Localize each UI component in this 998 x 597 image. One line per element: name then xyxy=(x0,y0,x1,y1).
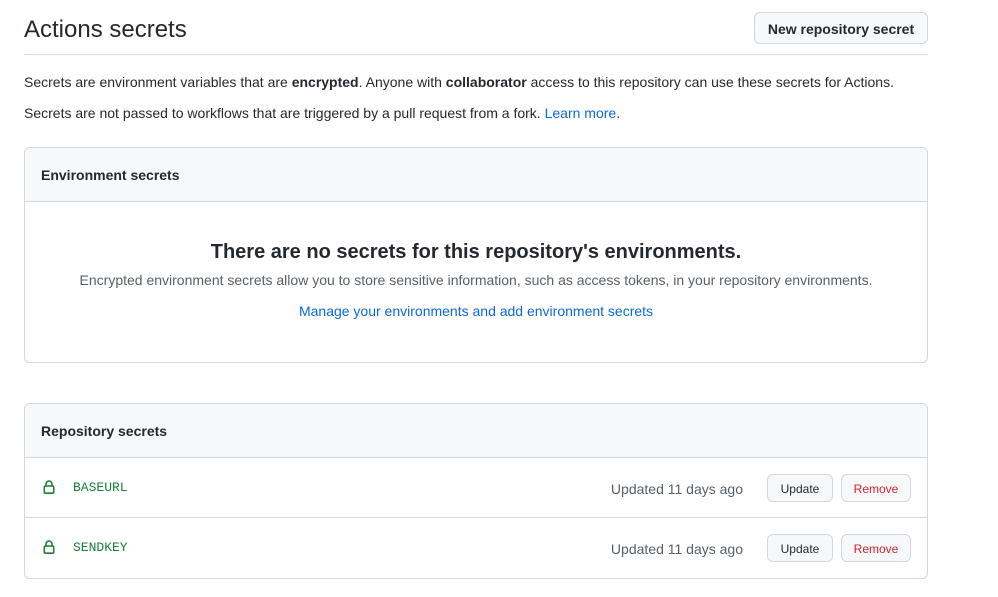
encrypted-text: encrypted xyxy=(291,74,359,90)
environment-secrets-box: Environment secrets There are no secrets… xyxy=(24,147,928,363)
secrets-description: Secrets are environment variables that a… xyxy=(24,72,894,92)
description-text: Secrets are environment variables that a… xyxy=(24,74,292,90)
collaborator-text: collaborator xyxy=(445,74,527,90)
description-text: Secrets are not passed to workflows that… xyxy=(24,105,545,121)
secret-name: SENDKEY xyxy=(73,540,128,555)
description-text: . xyxy=(616,105,621,121)
secret-row: SENDKEY Updated 11 days ago Update Remov… xyxy=(25,518,927,578)
lock-icon xyxy=(41,539,57,555)
secret-row: BASEURL Updated 11 days ago Update Remov… xyxy=(25,458,927,518)
lock-icon xyxy=(41,479,57,495)
learn-more-link[interactable]: Learn more xyxy=(545,105,617,121)
manage-environments-link[interactable]: Manage your environments and add environ… xyxy=(299,303,653,319)
description-text: access to this repository can use these … xyxy=(526,74,894,90)
description-text: . Anyone with xyxy=(358,74,446,90)
fork-description: Secrets are not passed to workflows that… xyxy=(24,103,620,123)
blankslate-title: There are no secrets for this repository… xyxy=(210,241,742,263)
update-secret-button[interactable]: Update xyxy=(767,534,833,562)
remove-secret-button[interactable]: Remove xyxy=(841,474,911,502)
secret-updated-time: Updated 11 days ago xyxy=(610,481,743,497)
page-title: Actions secrets xyxy=(24,16,187,43)
repository-secrets-header: Repository secrets xyxy=(25,404,927,458)
settings-page: Actions secrets New repository secret Se… xyxy=(24,0,928,579)
environment-secrets-header: Environment secrets xyxy=(25,148,927,202)
remove-secret-button[interactable]: Remove xyxy=(841,534,911,562)
repository-secrets-box: Repository secrets BASEURL Updated 11 da… xyxy=(24,403,928,579)
secret-name: BASEURL xyxy=(73,480,128,495)
secret-updated-time: Updated 11 days ago xyxy=(610,541,743,557)
new-repository-secret-button[interactable]: New repository secret xyxy=(754,12,928,44)
blankslate-description: Encrypted environment secrets allow you … xyxy=(79,272,873,288)
update-secret-button[interactable]: Update xyxy=(767,474,833,502)
page-header: Actions secrets New repository secret xyxy=(24,0,928,55)
blankslate-link-container: Manage your environments and add environ… xyxy=(25,301,927,321)
